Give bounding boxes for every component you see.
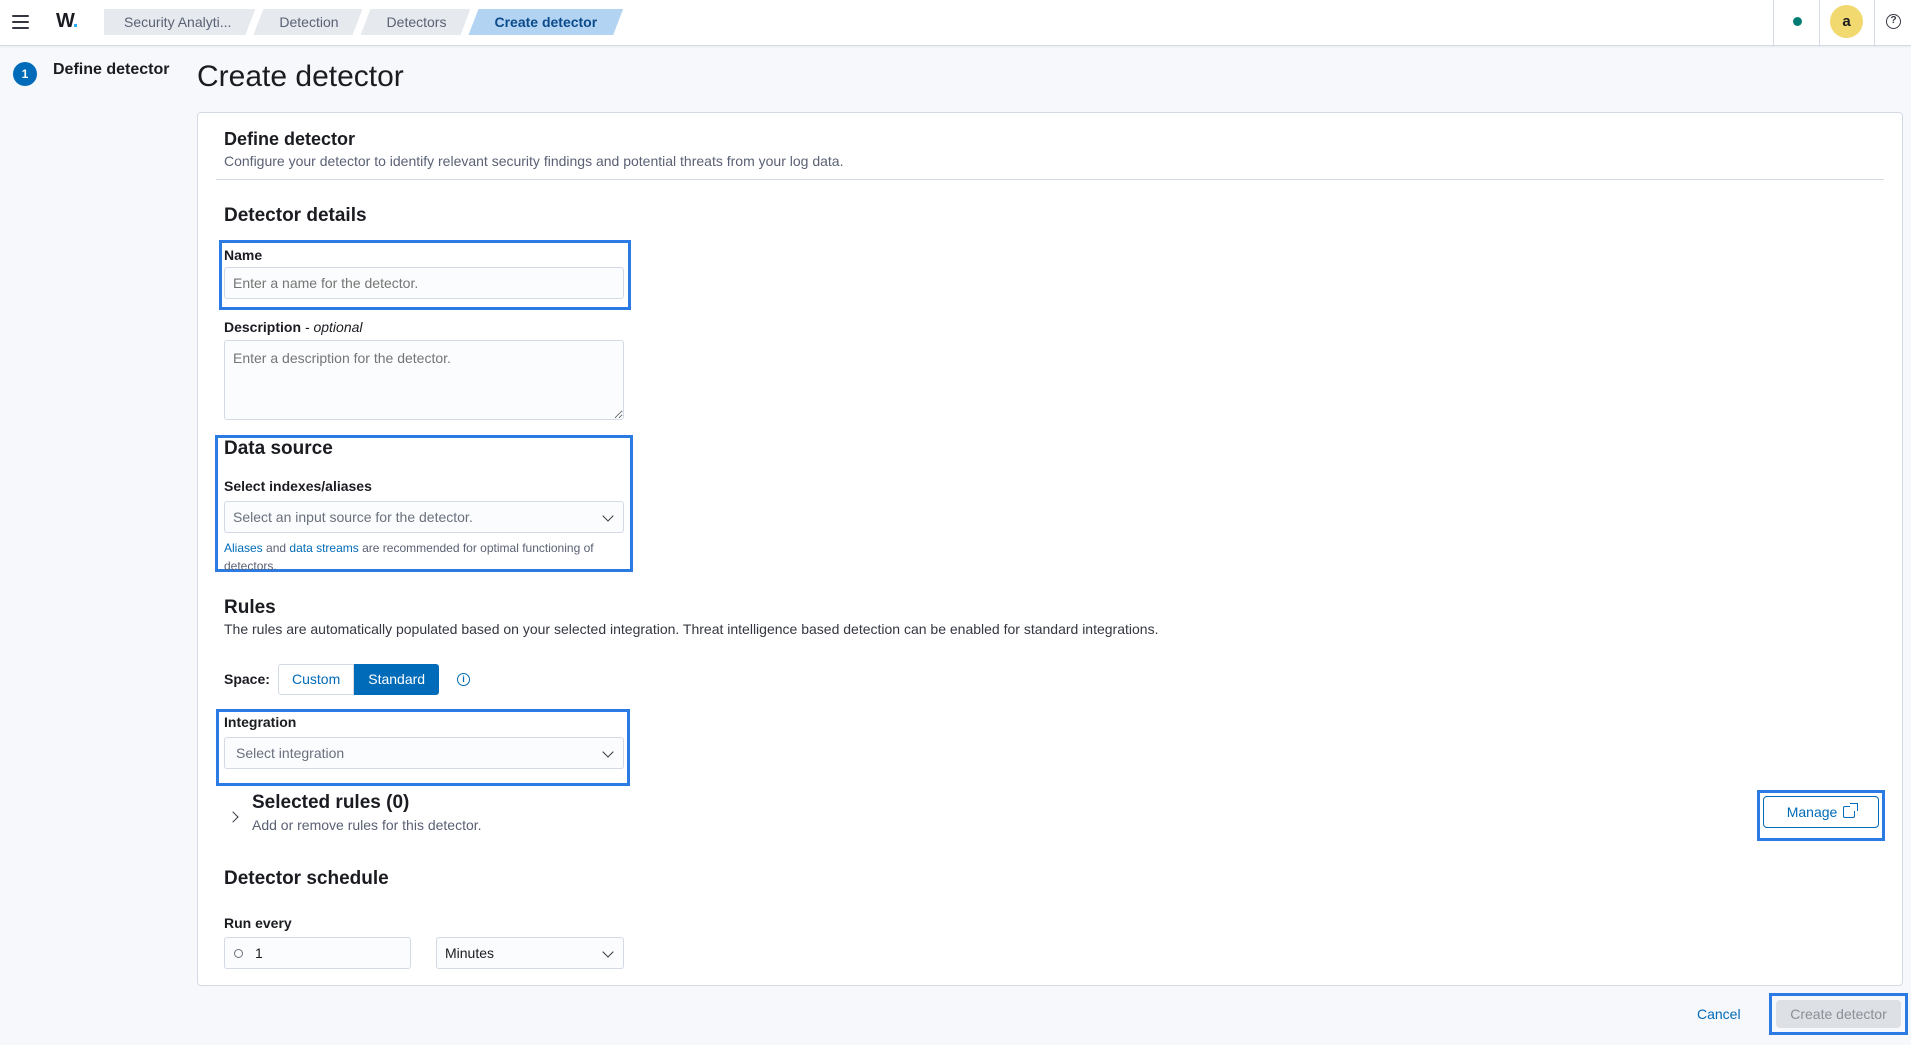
- help-and-text: and: [266, 541, 287, 555]
- integration-placeholder: Select integration: [236, 745, 345, 761]
- breadcrumb-detection[interactable]: Detection: [253, 9, 362, 35]
- description-label-text: Description: [224, 319, 302, 335]
- header-divider: [1874, 0, 1875, 46]
- header-divider: [1819, 0, 1820, 46]
- select-indexes-combobox[interactable]: Select an input source for the detector.: [224, 501, 624, 533]
- name-input[interactable]: [224, 267, 624, 299]
- unit-value: Minutes: [445, 945, 495, 961]
- rules-description: The rules are automatically populated ba…: [224, 621, 1159, 637]
- section-divider: [216, 179, 1884, 180]
- run-every-interval-input[interactable]: 1: [224, 937, 411, 969]
- manage-button[interactable]: Manage: [1763, 796, 1879, 828]
- clock-icon: [234, 949, 243, 958]
- step-number: 1: [13, 62, 37, 86]
- create-detector-button[interactable]: Create detector: [1776, 1000, 1901, 1028]
- menu-icon[interactable]: [10, 11, 32, 33]
- help-rest-text-2: detectors.: [224, 559, 277, 573]
- integration-label: Integration: [224, 714, 297, 730]
- info-icon[interactable]: i: [457, 673, 470, 686]
- space-toggle-group: Custom Standard: [278, 664, 440, 695]
- avatar[interactable]: a: [1830, 5, 1863, 38]
- data-source-help-text: Aliases and data streams are recommended…: [224, 539, 634, 575]
- breadcrumb: Security Analyti... Detection Detectors …: [104, 9, 621, 35]
- step-label-define-detector[interactable]: Define detector: [53, 61, 169, 79]
- space-standard-button[interactable]: Standard: [354, 664, 440, 695]
- external-link-icon: [1843, 803, 1859, 818]
- select-indexes-label: Select indexes/aliases: [224, 478, 372, 494]
- space-label: Space:: [224, 671, 270, 687]
- logo-text: W: [56, 10, 74, 32]
- top-header: W. Security Analyti... Detection Detecto…: [0, 0, 1911, 46]
- selected-rules-title[interactable]: Selected rules (0): [252, 792, 409, 814]
- rules-title: Rules: [224, 597, 276, 618]
- aliases-link[interactable]: Aliases: [224, 541, 263, 555]
- select-indexes-placeholder: Select an input source for the detector.: [233, 509, 473, 525]
- app-logo[interactable]: W.: [56, 10, 78, 33]
- data-source-title: Data source: [224, 438, 333, 459]
- optional-text: - optional: [304, 319, 363, 335]
- status-dot-icon: [1793, 17, 1802, 26]
- interval-value: 1: [255, 945, 263, 961]
- chevron-right-icon[interactable]: [227, 811, 239, 823]
- detector-details-title: Detector details: [224, 205, 367, 226]
- page-title: Create detector: [197, 60, 404, 93]
- description-textarea[interactable]: [224, 340, 624, 420]
- breadcrumb-create-detector: Create detector: [468, 9, 623, 35]
- breadcrumb-security-analytics[interactable]: Security Analyti...: [104, 9, 255, 35]
- integration-select[interactable]: Select integration: [224, 737, 624, 769]
- name-label: Name: [224, 247, 263, 263]
- run-every-unit-select[interactable]: Minutes: [436, 937, 624, 969]
- manage-label: Manage: [1786, 804, 1838, 820]
- define-detector-title: Define detector: [224, 129, 356, 149]
- logo-dot: .: [72, 10, 78, 32]
- header-divider: [1773, 0, 1774, 46]
- breadcrumb-detectors[interactable]: Detectors: [361, 9, 471, 35]
- data-streams-link[interactable]: data streams: [289, 541, 358, 555]
- help-rest-text: are recommended for optimal functioning …: [362, 541, 594, 555]
- define-detector-panel: Define detector Configure your detector …: [197, 112, 1903, 986]
- description-label: Description - optional: [224, 319, 363, 335]
- help-icon[interactable]: ?: [1886, 14, 1901, 29]
- space-custom-button[interactable]: Custom: [278, 664, 355, 695]
- selected-rules-subtitle: Add or remove rules for this detector.: [252, 817, 482, 833]
- detector-schedule-title: Detector schedule: [224, 868, 389, 889]
- cancel-button[interactable]: Cancel: [1697, 1006, 1741, 1022]
- define-detector-description: Configure your detector to identify rele…: [224, 153, 844, 169]
- run-every-label: Run every: [224, 915, 292, 931]
